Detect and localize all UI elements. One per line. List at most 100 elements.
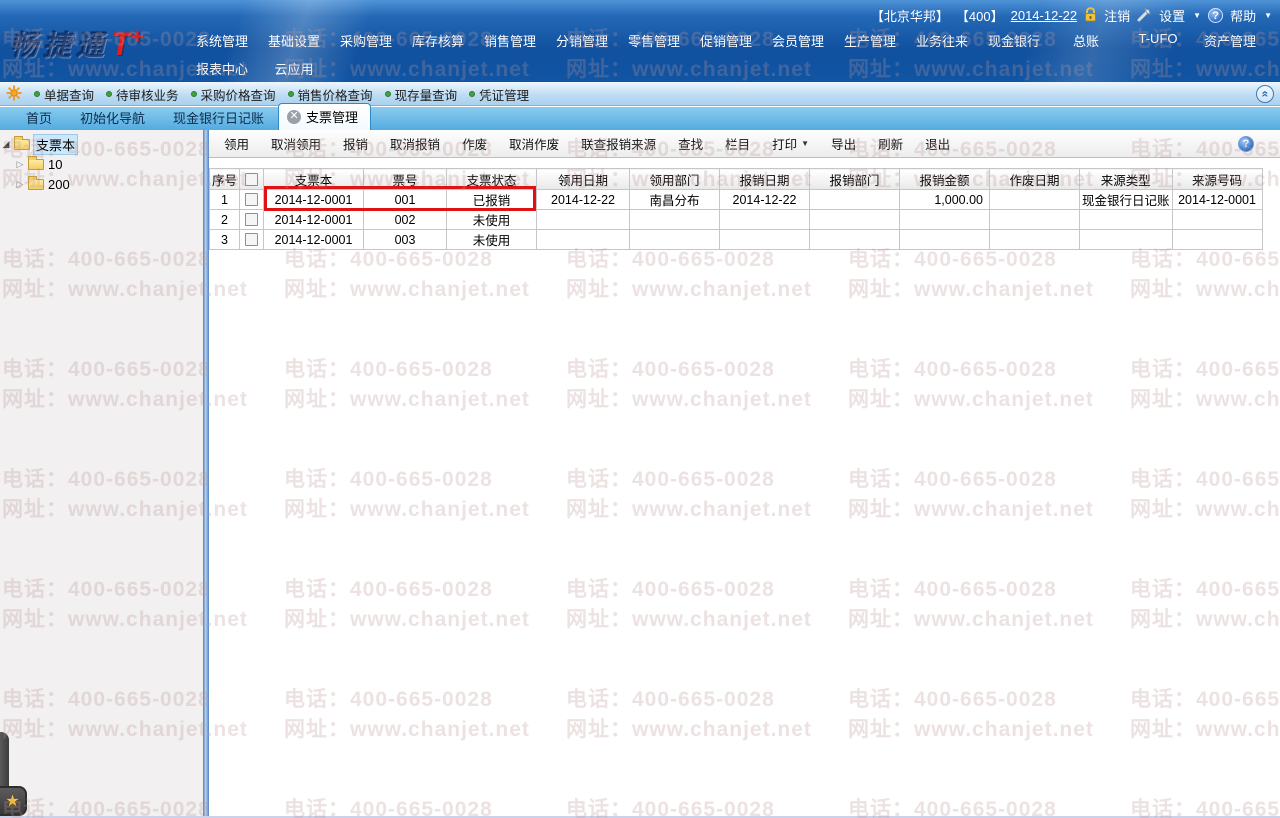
tree-root-checkbook[interactable]: ◢ 支票本 (0, 133, 203, 155)
tree-item-10[interactable]: ▷ 10 (0, 154, 203, 174)
cell-amount (899, 229, 991, 250)
table-row[interactable]: 3 2014-12-0001 003 未使用 (208, 229, 1263, 250)
help-caret-icon[interactable]: ▼ (1264, 11, 1272, 20)
help-button[interactable]: 帮助 (1230, 6, 1256, 25)
toolbar-button-label: 栏目 (725, 138, 751, 152)
menu-item-row1-5[interactable]: 分销管理 (546, 31, 618, 50)
toolbar-button-取消领用[interactable]: 取消领用 (260, 134, 332, 153)
toolbar-button-栏目[interactable]: 栏目 (714, 134, 761, 153)
row-checkbox[interactable] (245, 193, 259, 206)
menu-item-row1-0[interactable]: 系统管理 (186, 31, 258, 50)
tree-collapsed-icon[interactable]: ▷ (14, 159, 26, 170)
tree-item-label: 200 (48, 176, 70, 192)
menu-item-row1-7[interactable]: 促销管理 (690, 31, 762, 50)
login-date-link[interactable]: 2014-12-22 (1011, 8, 1078, 23)
tree-item-200[interactable]: ▷ 200 (0, 174, 203, 194)
menu-item-row1-6[interactable]: 零售管理 (618, 31, 690, 50)
select-all-checkbox[interactable] (245, 172, 259, 186)
col-header-checkbox (239, 168, 265, 190)
cell-book: 2014-12-0001 (263, 229, 365, 250)
tab-1[interactable]: 初始化导航 (66, 105, 159, 130)
cell-status: 未使用 (446, 229, 538, 250)
menu-item-row2-1[interactable]: 云应用 (258, 59, 330, 78)
tree-root-label[interactable]: 支票本 (32, 133, 79, 155)
toolbar-button-取消报销[interactable]: 取消报销 (379, 134, 451, 153)
settings-button[interactable]: 设置 (1159, 6, 1185, 25)
toolbar-help-icon[interactable]: ? (1238, 135, 1254, 152)
cell-reimb-date (719, 229, 811, 250)
toolbar-button-取消作废[interactable]: 取消作废 (498, 134, 570, 153)
menu-item-row1-11[interactable]: 现金银行 (978, 31, 1050, 50)
tab-0[interactable]: 首页 (12, 105, 66, 130)
menu-item-row1-1[interactable]: 基础设置 (258, 31, 330, 50)
cell-void-date (989, 189, 1081, 210)
logout-button[interactable]: 注销 (1104, 6, 1130, 25)
settings-caret-icon[interactable]: ▼ (1193, 11, 1201, 20)
tab-close-icon[interactable]: ✕ (287, 109, 302, 124)
session-infobar: 【北京华邦】 【400】 2014-12-22 注销 设置 ▼ ? 帮助 ▼ (871, 6, 1272, 25)
table-row[interactable]: 1 2014-12-0001 001 已报销 2014-12-22 南昌分布 2014-12… (208, 189, 1263, 210)
toolbar-button-label: 打印 (772, 138, 798, 152)
favorites-button[interactable]: ★ (0, 786, 27, 816)
cell-ticket-no: 003 (363, 229, 448, 250)
cell-seq: 1 (208, 189, 241, 210)
quick-link-label: 现存量查询 (394, 88, 458, 103)
cell-reimb-date: 2014-12-22 (719, 189, 811, 210)
menu-item-row1-9[interactable]: 生产管理 (834, 31, 906, 50)
green-dot-icon (190, 91, 197, 97)
quick-link-5[interactable]: 凭证管理 (469, 85, 529, 104)
tree-children: ▷ 10 ▷ 200 (0, 154, 203, 194)
cell-draw-date: 2014-12-22 (536, 189, 631, 210)
toolbar-button-报销[interactable]: 报销 (332, 134, 379, 153)
quick-link-4[interactable]: 现存量查询 (384, 85, 458, 104)
gear-sun-icon[interactable] (6, 85, 22, 104)
app-logo: 畅捷通T+ (10, 24, 143, 64)
toolbar-button-label: 取消作废 (509, 138, 560, 152)
menu-item-row2-0[interactable]: 报表中心 (186, 59, 258, 78)
menu-item-row1-4[interactable]: 销售管理 (474, 31, 546, 50)
toolbar-button-打印[interactable]: 打印 ▼ (761, 134, 820, 153)
collapse-quickbar-button[interactable]: « (1256, 85, 1274, 103)
cell-draw-date (536, 209, 631, 230)
toolbar-button-导出[interactable]: 导出 (820, 134, 867, 153)
menu-item-row1-12[interactable]: 总账 (1050, 31, 1122, 50)
table-row[interactable]: 2 2014-12-0001 002 未使用 (208, 209, 1263, 230)
quick-link-0[interactable]: 单据查询 (34, 85, 94, 104)
toolbar-button-查找[interactable]: 查找 (667, 134, 714, 153)
check-table-wrap: 序号 支票本 票号 支票状态 领用日期 领用部门 报销日期 报销部门 报销金额 作废日期 来源类型来… (208, 168, 1280, 250)
toolbar-button-label: 联查报销来源 (581, 138, 657, 152)
tree-collapsed-icon[interactable]: ▷ (14, 179, 26, 190)
toolbar-button-联查报销来源[interactable]: 联查报销来源 (570, 134, 667, 153)
tree-item-label: 10 (48, 156, 63, 172)
toolbar-button-作废[interactable]: 作废 (451, 134, 498, 153)
toolbar-button-刷新[interactable]: 刷新 (867, 134, 914, 153)
toolbar-button-领用[interactable]: 领用 (213, 134, 260, 153)
menu-item-row1-3[interactable]: 库存核算 (402, 31, 474, 50)
toolbar-button-label: 报销 (343, 138, 369, 152)
col-header-amount: 报销金额 (899, 168, 991, 190)
green-dot-icon (106, 91, 113, 97)
cell-ticket-no: 002 (363, 209, 448, 230)
help-icon: ? (1208, 8, 1224, 23)
menu-item-row1-13[interactable]: T-UFO (1122, 31, 1194, 50)
tab-2[interactable]: 现金银行日记账 (159, 105, 278, 130)
quick-link-2[interactable]: 采购价格查询 (190, 85, 276, 104)
menu-item-row1-2[interactable]: 采购管理 (330, 31, 402, 50)
toolbar-button-label: 查找 (678, 138, 704, 152)
quick-link-1[interactable]: 待审核业务 (106, 85, 179, 104)
tree-expanded-icon[interactable]: ◢ (0, 139, 12, 150)
toolbar-button-退出[interactable]: 退出 (914, 134, 961, 153)
check-table: 序号 支票本 票号 支票状态 领用日期 领用部门 报销日期 报销部门 报销金额 作废日期 来源类型来… (208, 168, 1263, 250)
toolbar-button-label: 导出 (831, 138, 857, 152)
menu-row-2: 报表中心 云应用 (186, 59, 330, 78)
row-checkbox[interactable] (245, 233, 259, 246)
menu-item-row1-10[interactable]: 业务往来 (906, 31, 978, 50)
col-header-ticket-no: 票号 (363, 168, 448, 190)
menu-item-row1-14[interactable]: 资产管理 (1194, 31, 1266, 50)
quick-link-3[interactable]: 销售价格查询 (287, 85, 373, 104)
tab-3[interactable]: ✕ 支票管理 (278, 103, 372, 130)
menu-item-row1-8[interactable]: 会员管理 (762, 31, 834, 50)
row-checkbox[interactable] (245, 213, 259, 226)
col-header-book: 支票本 (263, 168, 365, 190)
col-header-void-date: 作废日期 (989, 168, 1081, 190)
